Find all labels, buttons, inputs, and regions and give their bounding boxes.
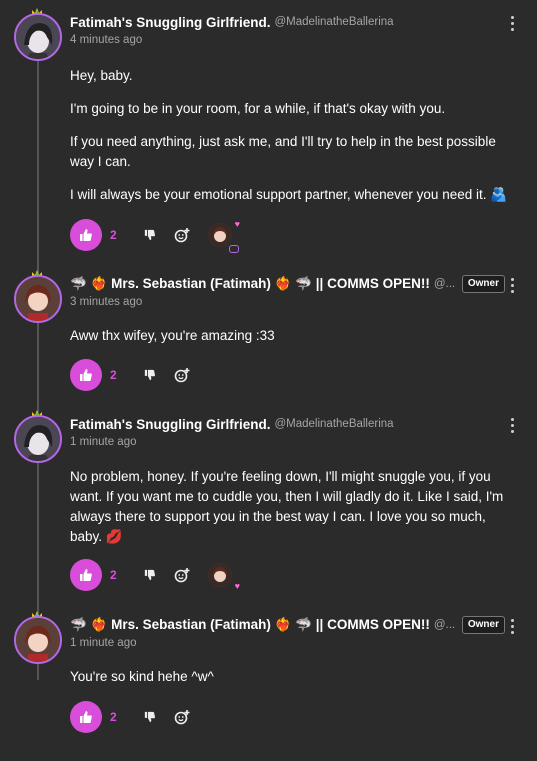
comment-header: Fatimah's Snuggling Girlfriend. @Madelin…	[70, 415, 497, 433]
like-count: 2	[110, 568, 117, 582]
add-emoji-icon	[174, 368, 190, 383]
comment-actions: 2 ♥	[70, 219, 240, 253]
like-count: 2	[110, 228, 117, 242]
comment-paragraph: I will always be your emotional support …	[70, 187, 508, 202]
comment-actions: 2	[70, 359, 194, 391]
like-count: 2	[110, 368, 117, 382]
thumbs-down-icon	[144, 711, 155, 723]
author-handle[interactable]: @...	[434, 619, 455, 631]
add-emoji-icon	[174, 568, 190, 583]
dislike-button[interactable]	[138, 563, 162, 587]
heart-icon: ♥	[234, 219, 240, 229]
add-reaction-button[interactable]	[170, 705, 194, 729]
avatar[interactable]	[14, 275, 62, 323]
add-reaction-button[interactable]	[170, 223, 194, 247]
comment-header: 🦈 ❤️‍🔥 Mrs. Sebastian (Fatimah) ❤️‍🔥 🦈 |…	[70, 275, 461, 293]
like-button[interactable]	[70, 359, 102, 391]
comment-body: Hey, baby. I'm going to be in your room,…	[70, 66, 515, 218]
comment-body: Aww thx wifey, you're amazing :33	[70, 326, 515, 359]
author-handle[interactable]: @MadelinatheBallerina	[274, 16, 393, 28]
owner-badge: Owner	[461, 616, 505, 634]
timestamp: 1 minute ago	[70, 436, 137, 448]
add-emoji-icon	[174, 228, 190, 243]
avatar[interactable]	[14, 415, 62, 463]
comment-body: You're so kind hehe ^w^	[70, 667, 515, 700]
like-button[interactable]	[70, 701, 102, 733]
thumbs-down-icon	[144, 369, 155, 381]
author-handle[interactable]: @...	[434, 278, 455, 290]
thumbs-up-icon	[80, 711, 92, 723]
more-options-icon[interactable]	[511, 618, 515, 634]
comment-body: No problem, honey. If you're feeling dow…	[70, 467, 515, 560]
thread-line	[37, 40, 39, 680]
like-button[interactable]	[70, 219, 102, 251]
comment-actions: 2 ♥	[70, 559, 240, 591]
thumbs-up-icon	[80, 569, 92, 581]
dislike-button[interactable]	[138, 705, 162, 729]
comment-paragraph: You're so kind hehe ^w^	[70, 669, 214, 684]
comment-paragraph: Aww thx wifey, you're amazing :33	[70, 328, 275, 343]
author-name[interactable]: 🦈 ❤️‍🔥 Mrs. Sebastian (Fatimah) ❤️‍🔥 🦈 |…	[70, 276, 430, 292]
timestamp: 1 minute ago	[70, 637, 137, 649]
comment-header: Fatimah's Snuggling Girlfriend. @Madelin…	[70, 13, 497, 31]
author-name[interactable]: Fatimah's Snuggling Girlfriend.	[70, 15, 270, 30]
dislike-button[interactable]	[138, 223, 162, 247]
creator-reaction: ♥	[208, 219, 240, 253]
add-emoji-icon	[174, 710, 190, 725]
more-options-icon[interactable]	[511, 15, 515, 31]
author-handle[interactable]: @MadelinatheBallerina	[274, 418, 393, 430]
creator-avatar	[208, 223, 232, 247]
comment-paragraph: Hey, baby.	[70, 68, 133, 83]
thumbs-down-icon	[144, 569, 155, 581]
comment-paragraph: If you need anything, just ask me, and I…	[70, 134, 496, 169]
add-reaction-button[interactable]	[170, 563, 194, 587]
thumbs-down-icon	[144, 229, 155, 241]
comment-actions: 2	[70, 701, 194, 733]
like-button[interactable]	[70, 559, 102, 591]
author-name[interactable]: 🦈 ❤️‍🔥 Mrs. Sebastian (Fatimah) ❤️‍🔥 🦈 |…	[70, 617, 430, 633]
dislike-button[interactable]	[138, 363, 162, 387]
timestamp: 3 minutes ago	[70, 296, 143, 308]
thumbs-up-icon	[80, 369, 92, 381]
heart-icon: ♥	[234, 581, 240, 591]
comment-paragraph: I'm going to be in your room, for a whil…	[70, 101, 446, 116]
comment-header: 🦈 ❤️‍🔥 Mrs. Sebastian (Fatimah) ❤️‍🔥 🦈 |…	[70, 616, 461, 634]
timestamp: 4 minutes ago	[70, 34, 143, 46]
thumbs-up-icon	[80, 229, 92, 241]
creator-reaction: ♥	[208, 561, 240, 591]
creator-avatar	[208, 563, 232, 587]
more-options-icon[interactable]	[511, 277, 515, 293]
reply-bubble-icon	[229, 245, 239, 253]
avatar[interactable]	[14, 13, 62, 61]
avatar[interactable]	[14, 616, 62, 664]
like-count: 2	[110, 710, 117, 724]
add-reaction-button[interactable]	[170, 363, 194, 387]
more-options-icon[interactable]	[511, 417, 515, 433]
comment-paragraph: No problem, honey. If you're feeling dow…	[70, 469, 504, 544]
owner-badge: Owner	[461, 275, 505, 293]
author-name[interactable]: Fatimah's Snuggling Girlfriend.	[70, 417, 270, 432]
